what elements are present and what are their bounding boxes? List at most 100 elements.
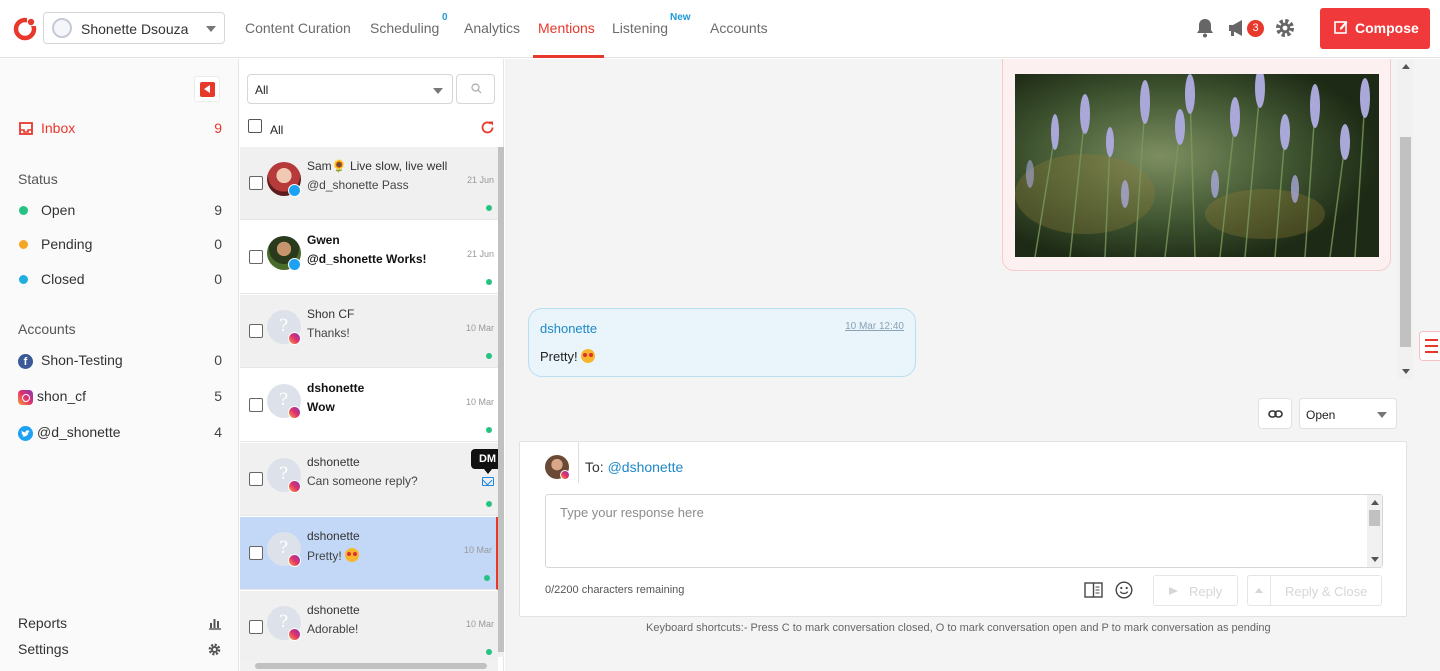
scheduling-count: 0 <box>442 12 448 23</box>
open-status-dot <box>19 206 28 215</box>
conversation-checkbox[interactable] <box>249 546 263 560</box>
select-all-label: All <box>270 123 284 137</box>
reply-composer: To: @dshonette 0/2200 characters remaini… <box>519 441 1407 617</box>
character-counter: 0/2200 characters remaining <box>545 584 685 596</box>
reply-input-scrollbar[interactable] <box>1367 495 1382 567</box>
conversation-message: @d_shonette Works! <box>307 252 427 266</box>
list-item[interactable]: dshonette Can someone reply? <box>240 443 498 516</box>
sidebar-item-open[interactable]: Open 9 <box>18 202 222 222</box>
bell-icon[interactable] <box>1196 18 1214 38</box>
open-status-dot <box>486 427 492 433</box>
account-label: Shon-Testing <box>41 352 123 368</box>
chevron-up-icon <box>1255 588 1263 593</box>
conversation-message: Pretty! <box>307 548 360 563</box>
edit-icon <box>1334 21 1348 34</box>
top-bar: Shonette Dsouza Content Curation Schedul… <box>0 0 1440 58</box>
mail-icon[interactable] <box>482 477 494 486</box>
conversation-checkbox[interactable] <box>249 176 263 190</box>
inbox-sidebar: Inbox 9 Status Open 9 Pending 0 Closed 0… <box>0 59 239 671</box>
list-item[interactable]: dshonette Wow 10 Mar <box>240 369 498 442</box>
open-status-dot <box>486 353 492 359</box>
conversation-name: Gwen <box>307 233 340 247</box>
account-filter-select[interactable]: All <box>247 74 453 104</box>
status-count: 0 <box>214 271 222 287</box>
sidebar-item-shon-cf[interactable]: shon_cf 5 <box>18 388 222 408</box>
compose-button[interactable]: Compose <box>1320 8 1430 49</box>
conversation-name: dshonette <box>307 529 360 543</box>
nav-analytics[interactable]: Analytics <box>464 20 520 36</box>
facebook-icon: f <box>18 354 33 369</box>
inbox-count: 9 <box>214 120 222 136</box>
sidebar-item-d-shonette[interactable]: @d_shonette 4 <box>18 424 222 444</box>
nav-listening[interactable]: Listening <box>612 20 668 36</box>
status-label: Closed <box>41 271 85 287</box>
star-struck-emoji-icon <box>345 548 360 562</box>
contentstudio-logo[interactable] <box>13 17 37 41</box>
message-thread: dshonette 10 Mar 12:40 Pretty! <box>505 59 1413 379</box>
conversation-checkbox[interactable] <box>249 472 263 486</box>
collapse-sidebar-button[interactable] <box>194 76 220 102</box>
scroll-up-arrow[interactable] <box>1402 64 1410 69</box>
list-item[interactable]: Shon CF Thanks! 10 Mar <box>240 295 498 368</box>
conversation-checkbox[interactable] <box>249 324 263 338</box>
conversation-checkbox[interactable] <box>249 398 263 412</box>
star-struck-emoji-icon <box>581 349 596 363</box>
reply-recipient: To: @dshonette <box>585 459 683 475</box>
select-all-checkbox[interactable] <box>248 119 262 133</box>
refresh-icon[interactable] <box>480 120 495 135</box>
message-sender[interactable]: dshonette <box>540 321 597 336</box>
accounts-heading: Accounts <box>18 321 76 337</box>
list-scrollbar[interactable] <box>498 147 504 657</box>
twitter-icon <box>18 426 33 441</box>
conversation-panel: dshonette 10 Mar 12:40 Pretty! Open To: … <box>505 59 1440 671</box>
sidebar-item-shon-testing[interactable]: f Shon-Testing 0 <box>18 352 222 372</box>
account-switcher[interactable]: Shonette Dsouza <box>43 12 225 44</box>
megaphone-icon[interactable] <box>1228 19 1248 37</box>
message-timestamp[interactable]: 10 Mar 12:40 <box>845 321 904 332</box>
emoji-picker-icon[interactable] <box>1115 581 1133 599</box>
lavender-photo[interactable] <box>1015 74 1379 257</box>
saved-replies-icon[interactable] <box>1084 582 1103 598</box>
list-item[interactable]: dshonette Pretty! 10 Mar <box>240 517 498 590</box>
conversation-list-panel: All All Sam🌻 Live slow, live well @d_sho… <box>240 59 504 671</box>
recipient-handle[interactable]: @dshonette <box>608 459 684 475</box>
list-item[interactable]: dshonette Adorable! 10 Mar <box>240 591 498 664</box>
chevron-down-icon <box>433 88 443 94</box>
conversation-status-select[interactable]: Open <box>1299 398 1397 429</box>
conversation-date: 21 Jun <box>466 175 494 185</box>
instagram-icon <box>288 480 301 493</box>
instagram-icon <box>288 406 301 419</box>
account-label: @d_shonette <box>37 424 121 440</box>
reply-and-close-button[interactable]: Reply & Close <box>1247 575 1382 606</box>
reply-input[interactable] <box>545 494 1383 568</box>
scroll-thumb[interactable] <box>1400 137 1411 347</box>
nav-mentions[interactable]: Mentions <box>538 20 595 36</box>
nav-scheduling[interactable]: Scheduling <box>370 20 439 36</box>
nav-content-curation[interactable]: Content Curation <box>245 20 351 36</box>
search-button[interactable] <box>456 74 495 104</box>
conversation-checkbox[interactable] <box>249 620 263 634</box>
list-horizontal-scrollbar[interactable] <box>240 661 498 671</box>
sidebar-item-closed[interactable]: Closed 0 <box>18 271 222 291</box>
contact-details-tab[interactable] <box>1419 331 1440 361</box>
sidebar-item-settings[interactable]: Settings <box>18 641 222 661</box>
sidebar-item-reports[interactable]: Reports <box>18 615 222 635</box>
scroll-down-arrow[interactable] <box>1402 369 1410 374</box>
conversation-checkbox[interactable] <box>249 250 263 264</box>
sidebar-item-pending[interactable]: Pending 0 <box>18 236 222 256</box>
settings-label: Settings <box>18 641 69 657</box>
gear-icon[interactable] <box>1275 18 1295 38</box>
reply-button[interactable]: Reply <box>1153 575 1238 606</box>
sidebar-item-inbox[interactable]: Inbox 9 <box>18 120 222 140</box>
filter-value: All <box>255 83 269 97</box>
list-item[interactable]: Gwen @d_shonette Works! 21 Jun <box>240 221 498 294</box>
instagram-icon <box>18 390 33 405</box>
account-label: shon_cf <box>37 388 87 404</box>
to-prefix: To: <box>585 459 604 475</box>
open-status-dot <box>486 279 492 285</box>
nav-accounts[interactable]: Accounts <box>710 20 768 36</box>
reports-label: Reports <box>18 615 68 631</box>
list-item[interactable]: Sam🌻 Live slow, live well @d_shonette Pa… <box>240 147 498 220</box>
thread-scrollbar[interactable] <box>1398 59 1413 379</box>
copy-link-button[interactable] <box>1258 398 1292 429</box>
